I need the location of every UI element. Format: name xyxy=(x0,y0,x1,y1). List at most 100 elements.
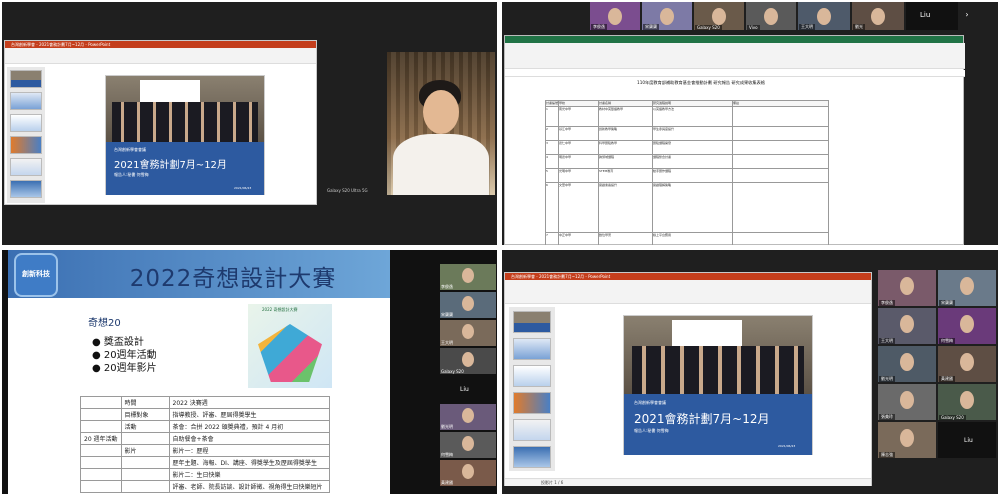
slide-subtitle: 報告人:秘書 何雪梅 xyxy=(114,172,149,177)
sheet-cell[interactable]: 線上平台應用 xyxy=(653,233,733,245)
powerpoint-window: 台灣創新學會 - 2021會務計劃7月~12月 - PowerPoint 台灣創… xyxy=(504,272,872,486)
sheet-cell[interactable]: 文華中學 xyxy=(559,183,599,233)
sheet-cell[interactable] xyxy=(733,141,829,155)
thumbnail[interactable] xyxy=(10,70,42,88)
participant-tile-liu[interactable]: Liu xyxy=(938,422,996,458)
slide-title: 2021會務計劃7月~12月 xyxy=(114,160,227,171)
participant-tile[interactable]: 王大明 xyxy=(798,2,850,30)
sheet-cell[interactable]: 3 xyxy=(545,141,559,155)
participant-name: 宋蘭蘭 xyxy=(441,312,453,317)
thumbnail[interactable] xyxy=(10,92,42,110)
sheet-cell[interactable]: 閱讀素養提升 xyxy=(599,183,653,233)
sheet-cell[interactable]: 南光中學 xyxy=(559,107,599,127)
table-row: 影片二：生日快樂 xyxy=(80,468,330,481)
table-row: 20 週年活動 自助餐會+茶會 xyxy=(80,432,330,445)
sheet-cell[interactable]: 學生參與度提升 xyxy=(653,127,733,141)
participant-tile[interactable]: Galaxy S20 xyxy=(440,348,496,374)
sheet-cell[interactable]: 6 xyxy=(545,183,559,233)
participant-name: 李俊逸 xyxy=(879,300,895,306)
participant-face xyxy=(712,8,726,25)
thumbnail[interactable] xyxy=(513,311,551,333)
participant-tile-liu[interactable]: Liu xyxy=(906,2,958,30)
sheet-cell[interactable]: 中正中學 xyxy=(559,233,599,245)
participant-tile[interactable]: 劉光明 xyxy=(440,404,496,430)
participant-name: 張美玲 xyxy=(879,414,895,420)
formula-bar[interactable] xyxy=(505,70,965,77)
participant-tile[interactable]: 何雪梅 xyxy=(440,432,496,458)
sheet-cell[interactable]: 實驗課程開發 xyxy=(653,141,733,155)
thumbnail[interactable] xyxy=(10,158,42,176)
table-cell: 目標對象 xyxy=(120,408,170,421)
thumbnail[interactable] xyxy=(513,392,551,414)
thumbnail[interactable] xyxy=(513,365,551,387)
thumbnail[interactable] xyxy=(10,136,42,154)
participant-tile[interactable]: Liu xyxy=(440,376,496,402)
table-cell xyxy=(80,396,122,409)
participant-tile[interactable]: 陳志強 xyxy=(878,422,936,458)
sheet-cell[interactable]: 跨領域課程 xyxy=(599,155,653,169)
participant-face xyxy=(960,315,974,333)
participant-name: 劉光 xyxy=(853,24,865,30)
participant-face xyxy=(660,8,674,25)
table-cell: 歷年主題、海報、DI、講座、得獎學生及歷屆得獎學生 xyxy=(168,456,330,469)
participant-face xyxy=(764,8,778,25)
sheet-cell[interactable] xyxy=(733,183,829,233)
participant-tile[interactable]: 李俊逸 xyxy=(590,2,640,30)
sheet-cell[interactable]: 1 xyxy=(545,107,559,127)
participant-tile[interactable]: 王大明 xyxy=(440,320,496,346)
sheet-cell[interactable] xyxy=(733,233,829,245)
participant-tile[interactable]: 宋蘭蘭 xyxy=(440,292,496,318)
sheet-cell[interactable]: 課程整合計畫 xyxy=(653,155,733,169)
participant-face xyxy=(960,353,974,371)
participant-tile[interactable]: Vivo xyxy=(746,2,796,30)
participant-tile[interactable]: 黃建國 xyxy=(938,346,996,382)
participant-tile[interactable]: 何雪梅 xyxy=(938,308,996,344)
participant-tile[interactable]: 李俊逸 xyxy=(878,270,936,306)
sheet-cell[interactable]: 4 xyxy=(545,155,559,169)
sheet-cell[interactable]: 2 xyxy=(545,127,559,141)
thumbnail[interactable] xyxy=(513,419,551,441)
sheet-cell[interactable]: 德仁中學 xyxy=(559,141,599,155)
participant-face xyxy=(900,429,914,447)
thumbnail[interactable] xyxy=(513,338,551,360)
participant-tile[interactable]: 李俊逸 xyxy=(440,264,496,290)
sheet-cell[interactable] xyxy=(733,155,829,169)
sheet-cell[interactable]: 7 xyxy=(545,233,559,245)
sheet-cell[interactable]: 明德中學 xyxy=(559,155,599,169)
participant-tile[interactable]: 張美玲 xyxy=(878,384,936,420)
sheet-cell[interactable]: STEM教育 xyxy=(599,169,653,183)
sheet-cell[interactable]: 閱讀理解策略 xyxy=(653,183,733,233)
participant-tile[interactable]: 王大明 xyxy=(878,308,936,344)
participant-tile[interactable]: 宋蘭蘭 xyxy=(642,2,692,30)
table-cell xyxy=(120,432,170,445)
participant-name: Liu xyxy=(460,386,469,393)
sheet-cell[interactable]: 5 xyxy=(545,169,559,183)
sheet-cell[interactable] xyxy=(733,127,829,141)
next-arrow-icon[interactable]: › xyxy=(962,10,972,20)
sheet-cell[interactable]: 科學實驗教學 xyxy=(599,141,653,155)
participant-tile[interactable]: 劉光 xyxy=(852,2,904,30)
participant-face xyxy=(900,353,914,371)
participant-name: 王大明 xyxy=(799,24,815,30)
header-cell: 計畫名稱 xyxy=(599,100,653,107)
sheet-cell[interactable]: 教材中英雙語教學 xyxy=(599,107,653,127)
sheet-cell[interactable]: 創新教學策略 xyxy=(599,127,653,141)
participant-tile[interactable]: 劉光明 xyxy=(878,346,936,382)
thumbnail[interactable] xyxy=(10,180,42,198)
participant-tile[interactable]: 宋蘭蘭 xyxy=(938,270,996,306)
participant-tile[interactable]: Galaxy S20 xyxy=(694,2,744,30)
participant-name: 黃建國 xyxy=(441,480,453,485)
sheet-cell[interactable]: 數位學習 xyxy=(599,233,653,245)
thumbnail[interactable] xyxy=(513,446,551,468)
sheet-cell[interactable]: 光明中學 xyxy=(559,169,599,183)
participant-tile[interactable]: 黃建國 xyxy=(440,460,496,486)
thumbnail[interactable] xyxy=(10,114,42,132)
sheet-cell[interactable]: 以英語教學方法 xyxy=(653,107,733,127)
participant-tile[interactable]: Galaxy S20 xyxy=(938,384,996,420)
sheet-cell[interactable]: 動手實作課程 xyxy=(653,169,733,183)
sheet-cell[interactable] xyxy=(733,107,829,127)
slide-title: 2021會務計劃7月~12月 xyxy=(634,412,770,426)
sheet-cell[interactable]: 基江中學 xyxy=(559,127,599,141)
sheet-cell[interactable] xyxy=(733,169,829,183)
presentation-slide: 創新科技 2022奇想設計大賽 奇想20 ● 獎盃設計 ● 20週年活動 ● 2… xyxy=(8,250,390,494)
